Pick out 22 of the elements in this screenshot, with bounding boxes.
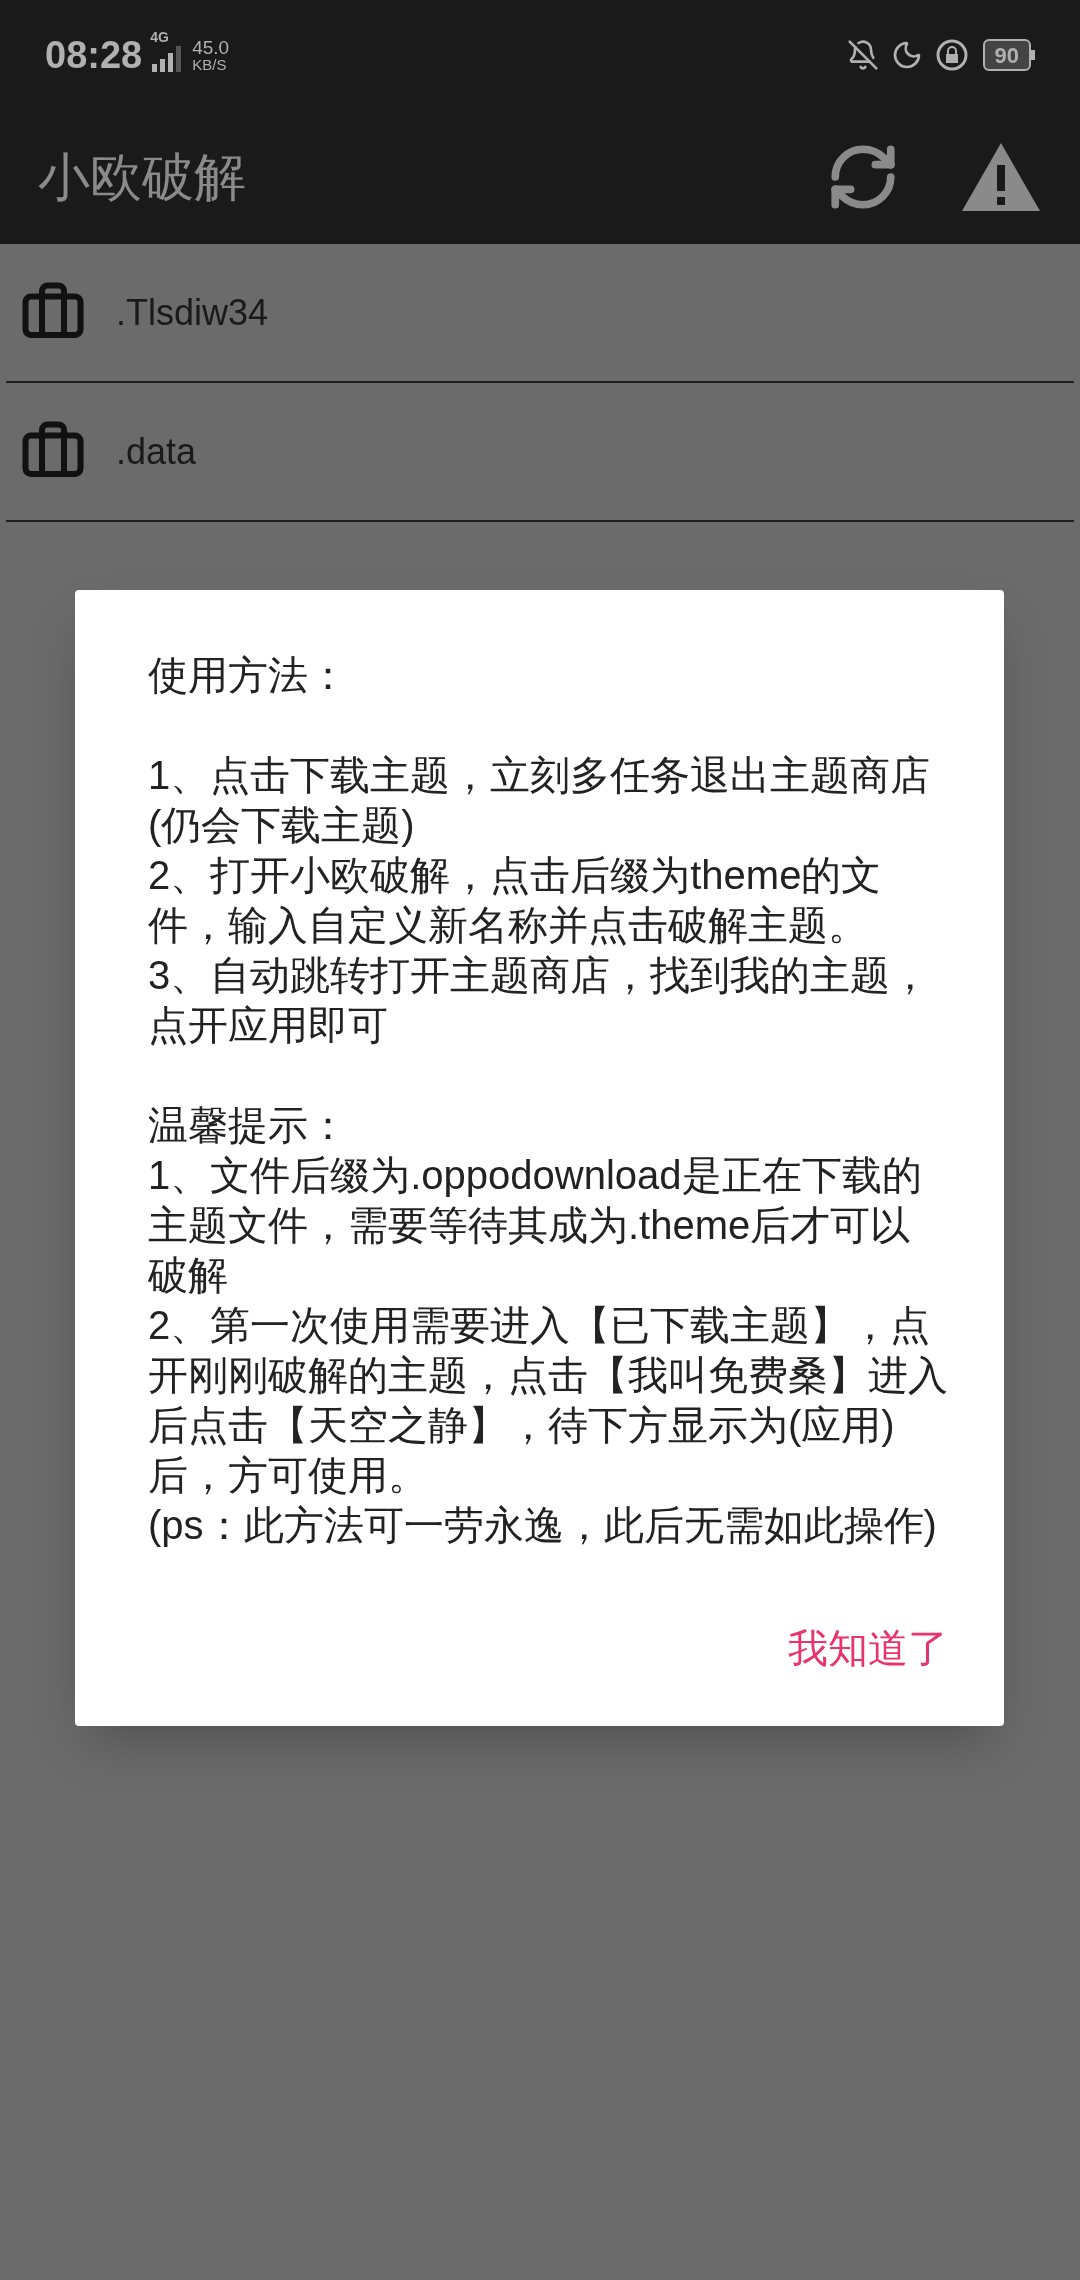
instruction-text: 2、打开小欧破解，点击后缀为theme的文件，输入自定义新名称并点击破解主题。 xyxy=(148,852,883,949)
instruction-text: 1、点击下载主题，立刻多任务退出主题商店(仍会下载主题) xyxy=(148,752,932,849)
network-type: 4G xyxy=(150,30,169,44)
instruction-text: 1、文件后缀为.oppodownload是正在下载的主题文件，需要等待其成为.theme后才可以破解 xyxy=(148,1152,923,1299)
file-row[interactable]: .data xyxy=(6,383,1074,522)
ok-button[interactable]: 我知道了 xyxy=(782,1610,954,1686)
speed-unit: KB/S xyxy=(192,57,228,72)
warning-icon[interactable] xyxy=(960,141,1042,213)
battery-indicator: 90 xyxy=(982,39,1031,71)
clock: 08:28 xyxy=(45,32,143,78)
rotation-lock-icon xyxy=(934,38,969,72)
section-heading: 使用方法： xyxy=(148,652,349,699)
file-row[interactable]: .Tlsdiw34 xyxy=(6,244,1074,383)
app-title: 小欧破解 xyxy=(38,147,247,208)
bell-off-icon xyxy=(846,39,879,71)
section-heading: 温馨提示： xyxy=(148,1102,349,1149)
instruction-text: 2、第一次使用需要进入【已下载主题】，点开刚刚破解的主题，点击【我叫免费桑】进入后点击【天空之静】，待下方显示为(应用)后，方可使用。 xyxy=(148,1302,948,1499)
instruction-text: (ps：此方法可一劳永逸，此后无需如此操作) xyxy=(148,1502,938,1549)
network-speed: 45.0 xyxy=(192,38,230,57)
file-name: .data xyxy=(116,429,197,474)
file-name: .Tlsdiw34 xyxy=(116,290,269,335)
instruction-text: 3、自动跳转打开主题商店，找到我的主题，点开应用即可 xyxy=(148,952,932,1049)
